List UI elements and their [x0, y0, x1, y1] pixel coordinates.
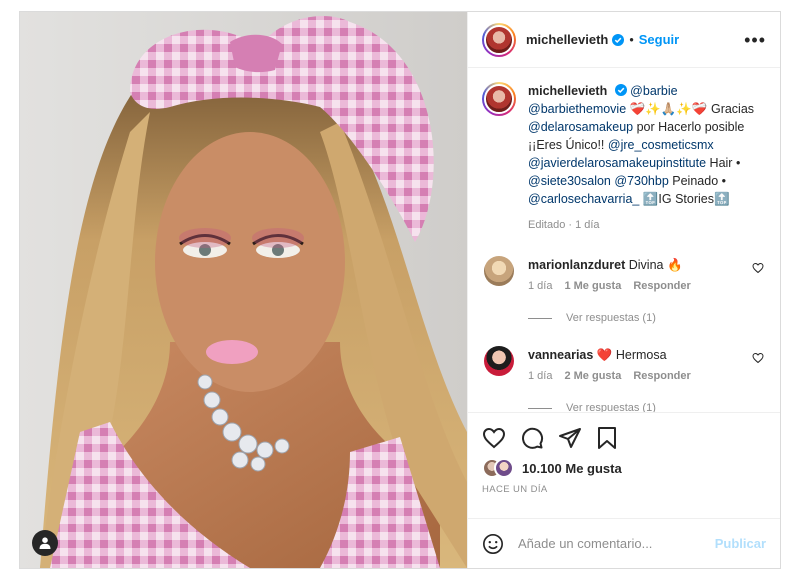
- reply-button[interactable]: Responder: [633, 280, 690, 292]
- comment-time: 1 día: [528, 370, 553, 382]
- comment-icon: [522, 427, 544, 449]
- post-photo[interactable]: [20, 12, 467, 568]
- caption-text: Hair •: [709, 156, 741, 170]
- post-timestamp[interactable]: HACE UN DÍA: [482, 484, 766, 495]
- mention-link[interactable]: @siete30salon: [528, 174, 611, 188]
- comment-button[interactable]: [520, 426, 544, 450]
- mention-link[interactable]: @javierdelarosamakeupinstitute: [528, 156, 706, 170]
- likers-avatars[interactable]: [482, 458, 516, 478]
- comment-likes[interactable]: 1 Me gusta: [564, 280, 621, 292]
- commenter-avatar[interactable]: [484, 346, 514, 376]
- mention-link[interactable]: @delarosamakeup: [528, 120, 633, 134]
- header-dot: •: [629, 32, 634, 47]
- user-tag-icon: [39, 537, 51, 549]
- comment-composer: Añade un comentario... Publicar: [468, 518, 780, 568]
- mention-link[interactable]: @barbie: [630, 84, 677, 98]
- emoji-button[interactable]: [482, 533, 504, 555]
- mention-link[interactable]: @730hbp: [614, 174, 668, 188]
- caption-avatar[interactable]: [482, 82, 516, 116]
- post-actions: 10.100 Me gusta HACE UN DÍA: [468, 412, 780, 518]
- comment-text: Divina: [628, 258, 664, 272]
- post-dialog: michellevieth • Seguir ••• michellevieth: [19, 11, 781, 569]
- user-tag-button[interactable]: [32, 530, 58, 556]
- heart-emoji: ❤️: [596, 347, 613, 362]
- caption-text: IG Stories: [658, 192, 714, 206]
- view-replies-label: Ver respuestas (1): [566, 402, 656, 412]
- commenter-avatar[interactable]: [484, 256, 514, 286]
- comment-input[interactable]: Añade un comentario...: [518, 536, 652, 551]
- verified-icon: [612, 33, 625, 46]
- comment-heart-icon[interactable]: [752, 352, 764, 364]
- replies-divider: [528, 317, 552, 319]
- comment-text: Hermosa: [615, 348, 667, 362]
- top-emoji: 🔝: [642, 191, 659, 206]
- comment-time: 1 día: [528, 280, 553, 292]
- caption-text: Peinado •: [672, 174, 726, 188]
- caption-text: Gracias: [710, 102, 755, 116]
- share-button[interactable]: [558, 426, 582, 450]
- reply-button[interactable]: Responder: [633, 370, 690, 382]
- fire-emoji: 🔥: [666, 257, 683, 272]
- follow-button[interactable]: Seguir: [639, 32, 679, 47]
- post-sidebar: michellevieth • Seguir ••• michellevieth: [467, 12, 780, 568]
- portrait-illustration: [20, 12, 467, 568]
- mention-link[interactable]: @jre_cosmeticsmx: [608, 138, 714, 152]
- comment-item: vannearias ❤️ Hermosa 1 día 2 Me gusta R…: [482, 346, 764, 412]
- smile-icon: [483, 533, 503, 554]
- commenter-username[interactable]: marionlanzduret: [528, 258, 625, 272]
- mention-link[interactable]: @barbiethemovie: [528, 102, 626, 116]
- comment-heart-icon[interactable]: [752, 262, 764, 274]
- likes-count[interactable]: 10.100 Me gusta: [522, 461, 622, 476]
- view-replies-button[interactable]: Ver respuestas (1): [528, 312, 740, 324]
- save-button[interactable]: [596, 426, 618, 450]
- bookmark-icon: [598, 427, 616, 449]
- like-button[interactable]: [482, 426, 506, 450]
- verified-icon: [614, 84, 627, 96]
- caption-username[interactable]: michellevieth: [528, 84, 607, 98]
- caption-emojis: ❤️‍🩹✨🙏🏼✨❤️‍🩹: [629, 101, 708, 116]
- share-icon: [559, 428, 581, 448]
- caption-meta: Editado · 1 día: [528, 219, 600, 231]
- liker-avatar: [494, 458, 514, 478]
- comment-likes[interactable]: 2 Me gusta: [564, 370, 621, 382]
- replies-divider: [528, 407, 552, 409]
- comment-item: marionlanzduret Divina 🔥 1 día 1 Me gust…: [482, 256, 764, 324]
- view-replies-label: Ver respuestas (1): [566, 312, 656, 324]
- more-options-button[interactable]: •••: [744, 31, 766, 49]
- heart-icon: [482, 427, 506, 449]
- post-caption: michellevieth @barbie @barbiethemovie ❤️…: [482, 82, 764, 234]
- post-header: michellevieth • Seguir •••: [468, 12, 780, 68]
- comments-scroll[interactable]: michellevieth @barbie @barbiethemovie ❤️…: [468, 68, 780, 412]
- publish-button[interactable]: Publicar: [715, 536, 766, 551]
- commenter-username[interactable]: vannearias: [528, 348, 593, 362]
- author-avatar[interactable]: [482, 22, 516, 57]
- view-replies-button[interactable]: Ver respuestas (1): [528, 402, 740, 412]
- caption-text: por: [636, 120, 655, 134]
- mention-link[interactable]: @carlosechavarria_: [528, 192, 639, 206]
- author-username[interactable]: michellevieth: [526, 32, 608, 47]
- top-emoji: 🔝: [714, 191, 730, 206]
